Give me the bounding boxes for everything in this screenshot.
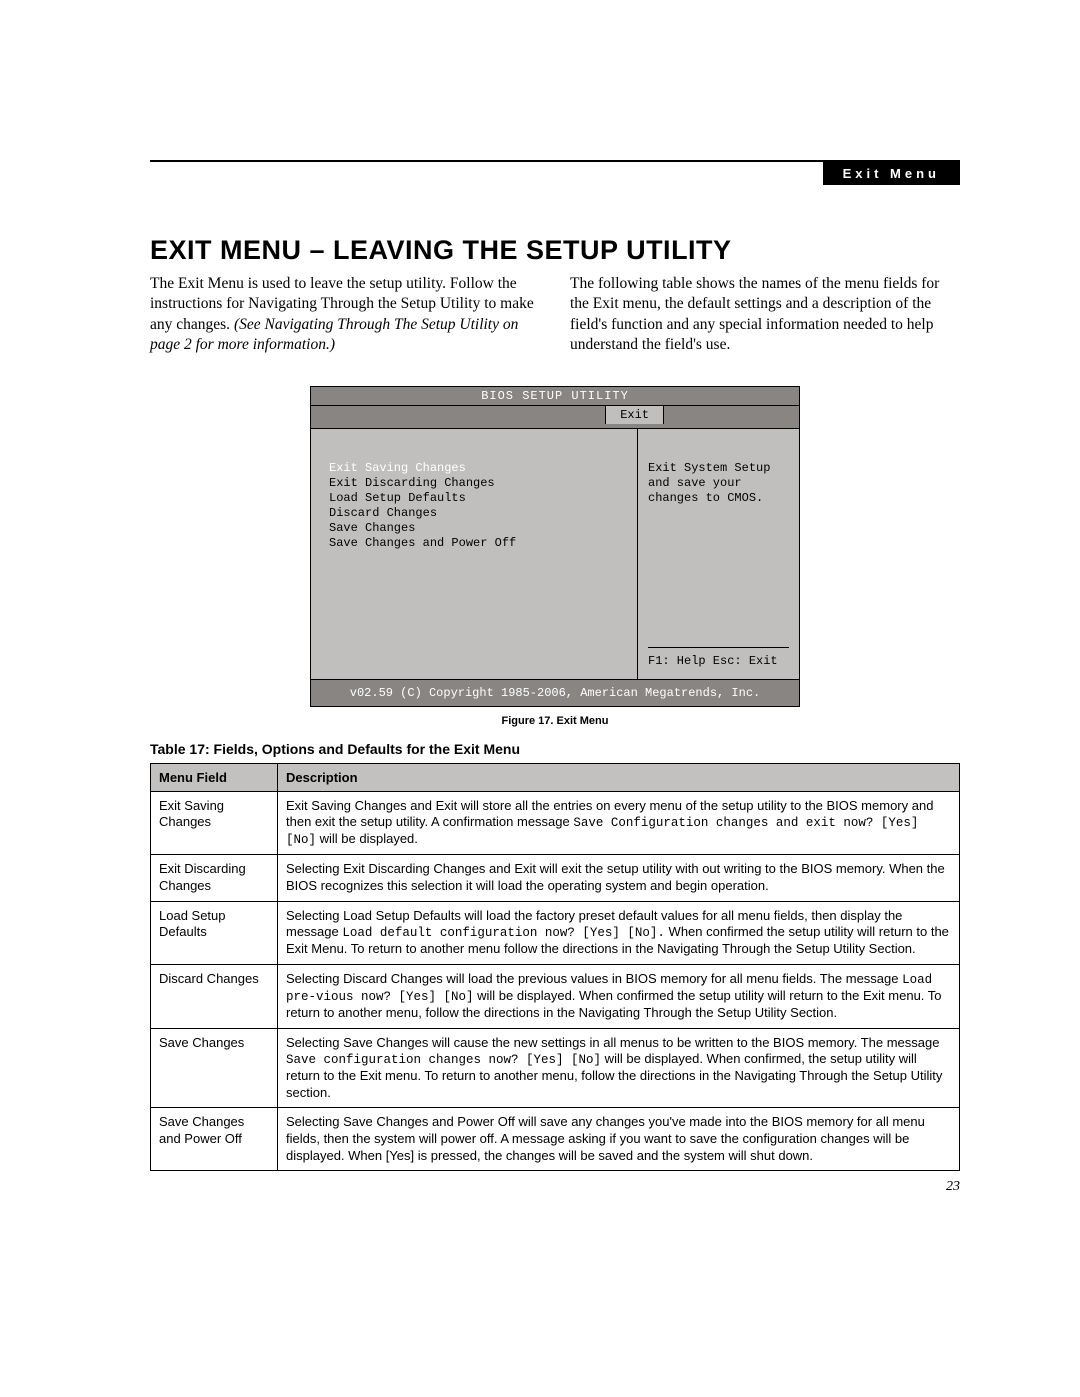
table-row: Exit Discarding Changes Selecting Exit D… <box>151 855 960 901</box>
desc-code: Save configuration changes now? [Yes] [N… <box>286 1053 601 1067</box>
figure-caption: Figure 17. Exit Menu <box>310 715 800 727</box>
table-row: Load Setup Defaults Selecting Load Setup… <box>151 901 960 964</box>
intro-columns: The Exit Menu is used to leave the setup… <box>150 274 960 356</box>
cell-desc: Selecting Load Setup Defaults will load … <box>278 901 960 964</box>
desc-pre: Selecting Exit Discarding Changes and Ex… <box>286 861 945 893</box>
desc-pre: Selecting Save Changes will cause the ne… <box>286 1035 939 1050</box>
th-menu-field: Menu Field <box>151 763 278 791</box>
bios-menu-item: Exit Discarding Changes <box>329 476 619 491</box>
bios-menu-list: Exit Saving Changes Exit Discarding Chan… <box>311 429 638 679</box>
desc-post: will be displayed. <box>316 831 418 846</box>
cell-field: Load Setup Defaults <box>151 901 278 964</box>
bios-menu-item-selected: Exit Saving Changes <box>329 461 619 476</box>
bios-menu-item: Load Setup Defaults <box>329 491 619 506</box>
bios-tab-bar: Exit <box>311 406 799 429</box>
desc-pre: Selecting Discard Changes will load the … <box>286 971 902 986</box>
th-description: Description <box>278 763 960 791</box>
bios-title-bar: BIOS SETUP UTILITY <box>311 387 799 406</box>
bios-body: Exit Saving Changes Exit Discarding Chan… <box>311 429 799 679</box>
bios-screen: BIOS SETUP UTILITY Exit Exit Saving Chan… <box>310 386 800 707</box>
desc-code: Load default configuration now? [Yes] [N… <box>342 926 665 940</box>
bios-menu-item: Discard Changes <box>329 506 619 521</box>
cell-desc: Exit Saving Changes and Exit will store … <box>278 791 960 855</box>
page-title: EXIT MENU – LEAVING THE SETUP UTILITY <box>150 235 960 266</box>
document-page: Exit Menu EXIT MENU – LEAVING THE SETUP … <box>0 0 1080 1255</box>
cell-field: Save Changes <box>151 1028 278 1108</box>
cell-desc: Selecting Save Changes and Power Off wil… <box>278 1108 960 1171</box>
fields-table: Menu Field Description Exit Saving Chang… <box>150 763 960 1172</box>
table-row: Exit Saving Changes Exit Saving Changes … <box>151 791 960 855</box>
cell-desc: Selecting Discard Changes will load the … <box>278 964 960 1028</box>
cell-field: Discard Changes <box>151 964 278 1028</box>
section-tag: Exit Menu <box>823 162 960 185</box>
table-row: Save Changes and Power Off Selecting Sav… <box>151 1108 960 1171</box>
table-title: Table 17: Fields, Options and Defaults f… <box>150 741 960 757</box>
bios-menu-item: Save Changes and Power Off <box>329 536 619 551</box>
bios-figure: BIOS SETUP UTILITY Exit Exit Saving Chan… <box>310 386 800 727</box>
table-row: Discard Changes Selecting Discard Change… <box>151 964 960 1028</box>
bios-tab-exit: Exit <box>605 406 664 424</box>
bios-key-help: F1: Help Esc: Exit <box>648 647 789 669</box>
page-number: 23 <box>150 1179 960 1195</box>
cell-field: Save Changes and Power Off <box>151 1108 278 1171</box>
bios-help-text: Exit System Setup and save your changes … <box>648 461 789 506</box>
bios-menu-item: Save Changes <box>329 521 619 536</box>
desc-pre: Selecting Save Changes and Power Off wil… <box>286 1114 925 1162</box>
bios-footer: v02.59 (C) Copyright 1985-2006, American… <box>311 679 799 706</box>
cell-desc: Selecting Save Changes will cause the ne… <box>278 1028 960 1108</box>
cell-desc: Selecting Exit Discarding Changes and Ex… <box>278 855 960 901</box>
intro-left: The Exit Menu is used to leave the setup… <box>150 274 540 356</box>
intro-right: The following table shows the names of t… <box>570 274 960 356</box>
cell-field: Exit Discarding Changes <box>151 855 278 901</box>
bios-help-pane: Exit System Setup and save your changes … <box>638 429 799 679</box>
table-row: Save Changes Selecting Save Changes will… <box>151 1028 960 1108</box>
cell-field: Exit Saving Changes <box>151 791 278 855</box>
